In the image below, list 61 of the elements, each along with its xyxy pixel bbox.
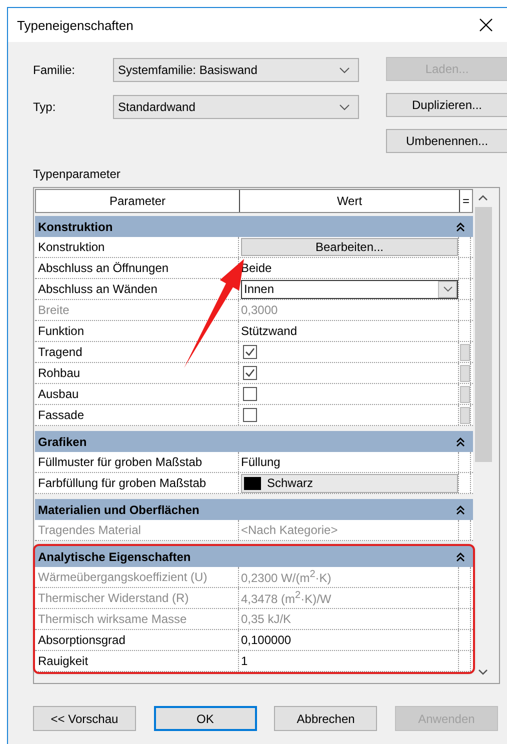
group-title: Konstruktion <box>38 220 113 234</box>
chevron-down-icon <box>442 286 452 292</box>
parameter-cell: Thermisch wirksame Masse <box>35 609 239 629</box>
type-dropdown[interactable]: Standardwand <box>113 95 359 119</box>
value-dropdown[interactable]: Innen <box>241 280 458 298</box>
collapse-icon[interactable] <box>456 436 465 446</box>
value-text: 0,100000 <box>241 633 292 647</box>
value-text: <Nach Kategorie> <box>241 523 338 537</box>
value-text: 0,3000 <box>241 303 278 317</box>
family-dropdown[interactable]: Systemfamilie: Basiswand <box>113 58 359 82</box>
value-text: 1 <box>241 654 248 668</box>
dialog-button[interactable]: Duplizieren... <box>386 93 507 117</box>
parameter-cell: Füllmuster für groben Maßstab <box>35 452 239 472</box>
value-text: Beide <box>241 261 272 275</box>
parameter-cell: Fassade <box>35 405 239 425</box>
checkbox[interactable] <box>243 387 257 401</box>
group-title: Analytische Eigenschaften <box>38 550 191 564</box>
value-text: Füllung <box>241 455 280 469</box>
value-text: 4,3478 (m$^{2}$·K)/W <box>241 590 332 606</box>
column-header[interactable]: Parameter <box>36 190 240 212</box>
checkbox[interactable] <box>243 366 257 380</box>
edit-button[interactable]: Bearbeiten... <box>241 238 458 256</box>
dialog-button[interactable]: << Vorschau <box>33 706 136 731</box>
scroll-down-icon[interactable] <box>478 669 488 675</box>
column-header[interactable]: = <box>460 190 472 212</box>
collapse-icon[interactable] <box>456 504 465 514</box>
family-label: Familie: <box>33 63 76 77</box>
collapse-icon[interactable] <box>456 552 465 562</box>
dialog-button[interactable]: Umbenennen... <box>386 129 507 153</box>
scroll-thumb[interactable] <box>474 207 492 462</box>
parameter-cell: Absorptionsgrad <box>35 630 239 650</box>
group-header[interactable]: Grafiken <box>35 431 473 452</box>
parameter-cell: Tragendes Material <box>35 520 239 540</box>
checkbox[interactable] <box>243 408 257 422</box>
checkbox[interactable] <box>243 345 257 359</box>
dialog-button[interactable]: OK <box>154 706 257 731</box>
close-icon[interactable] <box>479 18 493 32</box>
scroll-up-icon[interactable] <box>478 195 488 201</box>
parameter-cell: Farbfüllung für groben Maßstab <box>35 473 239 493</box>
value-text: Stützwand <box>241 324 298 338</box>
parameter-cell: Thermischer Widerstand (R) <box>35 588 239 608</box>
type-label: Typ: <box>33 100 57 114</box>
color-button[interactable]: Schwarz <box>241 474 458 492</box>
group-title: Grafiken <box>38 434 87 448</box>
parameter-cell: Rauigkeit <box>35 651 239 671</box>
parameter-cell: Ausbau <box>35 384 239 404</box>
group-header[interactable]: Konstruktion <box>35 216 473 237</box>
parameter-cell: Wärmeübergangskoeffizient (U) <box>35 567 239 587</box>
value-text: 0,2300 W/(m$^{2}$·K) <box>241 569 332 585</box>
chevron-down-icon <box>339 104 350 110</box>
group-title: Materialien und Oberflächen <box>38 502 200 516</box>
parameter-cell: Konstruktion <box>35 237 239 257</box>
group-header[interactable]: Analytische Eigenschaften <box>35 546 473 567</box>
collapse-icon[interactable] <box>456 222 465 232</box>
value-text: 0,35 kJ/K <box>241 612 292 626</box>
group-header[interactable]: Materialien und Oberflächen <box>35 499 473 520</box>
column-header[interactable]: Wert <box>240 190 460 212</box>
chevron-down-icon <box>339 66 350 74</box>
section-label: Typenparameter <box>33 167 122 181</box>
dialog-button[interactable]: Abbrechen <box>274 706 378 731</box>
window-title: Typeneigenschaften <box>17 18 134 32</box>
